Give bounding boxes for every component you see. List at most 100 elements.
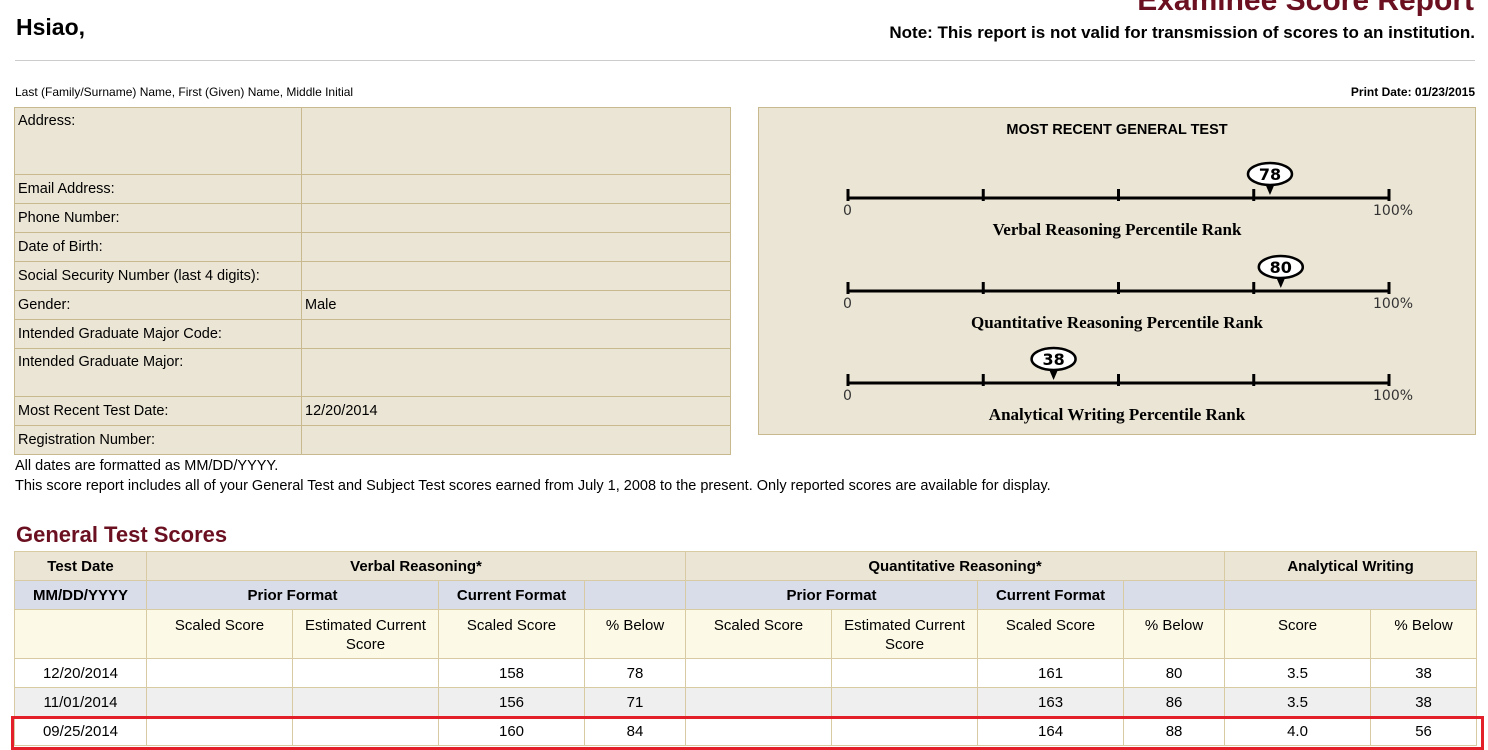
info-row-email: Email Address: [14,174,731,204]
verbal-pct-below-cell: 84 [583,716,687,746]
writing-pct-below-header: % Below [1370,609,1478,659]
info-row-registration: Registration Number: [14,425,731,455]
scale-min-label: 0 [843,203,852,219]
info-label: Phone Number: [14,203,302,233]
info-value [301,425,731,455]
general-test-scores-heading: General Test Scores [16,522,228,547]
test-date-cell: 12/20/2014 [14,658,147,688]
verbal-pct-below-cell: 71 [583,687,687,717]
quant-prior-scaled-cell [685,658,833,688]
info-value [301,319,731,349]
quant-prior-format-header: Prior Format [685,580,979,610]
examinee-info-table: Address: Email Address: Phone Number: Da… [14,107,731,455]
name-caption: Last (Family/Surname) Name, First (Given… [15,85,354,99]
percentile-chart-panel: MOST RECENT GENERAL TEST 0 100% Verbal Rea… [758,107,1476,435]
writing-score-cell: 3.5 [1224,658,1372,688]
scale-max-label: 100% [1373,203,1413,219]
test-date-cell: 11/01/2014 [14,687,147,717]
info-label: Social Security Number (last 4 digits): [14,261,302,291]
info-value [301,203,731,233]
verbal-prior-scaled-cell [146,716,293,746]
verbal-pct-below-cell: 78 [583,658,687,688]
info-row-ssn: Social Security Number (last 4 digits): [14,261,731,291]
quant-prior-estimated-cell [831,687,979,717]
writing-pct-below-cell: 56 [1370,716,1478,746]
test-date-header: Test Date [14,551,147,581]
verbal-scaled-cell: 158 [438,658,585,688]
info-label: Gender: [14,290,302,320]
verbal-current-format-header: Current Format [438,580,585,610]
percentile-chart: 0 100% Verbal Reasoning Percentile Rank 78 0… [843,161,1413,424]
info-row-phone: Phone Number: [14,203,731,233]
scale-series-label: Quantitative Reasoning Percentile Rank [971,313,1264,332]
verbal-prior-format-header: Prior Format [146,580,439,610]
info-row-address: Address: [14,107,731,175]
score-row: 12/20/2014 158 78 161 80 3.5 38 [14,658,1478,688]
scale-min-label: 0 [843,388,852,404]
writing-score-cell: 4.0 [1224,716,1372,746]
general-test-scores-table: Test Date Verbal Reasoning* Quantitative… [14,551,1478,746]
quant-prior-scaled-cell [685,716,833,746]
quant-current-format-header: Current Format [977,580,1125,610]
test-date-cell: 09/25/2014 [14,716,147,746]
date-format-note: All dates are formatted as MM/DD/YYYY. [15,458,279,474]
quant-prior-scaled-header: Scaled Score [685,609,833,659]
percentile-marker-value: 80 [1270,258,1292,277]
writing-blank-header [1224,580,1478,610]
writing-score-header: Score [1224,609,1372,659]
info-row-major: Intended Graduate Major: [14,348,731,397]
info-label: Most Recent Test Date: [14,396,302,426]
quant-prior-estimated-cell [831,716,979,746]
format-header-row: MM/DD/YYYY Prior Format Current Format P… [14,580,1478,610]
verbal-scaled-cell: 160 [438,716,585,746]
score-row-highlighted: 09/25/2014 160 84 164 88 4.0 56 [14,716,1478,746]
validity-note: Note: This report is not valid for trans… [889,23,1475,42]
report-title: Examinee Score Report [1137,0,1474,17]
quant-prior-scaled-cell [685,687,833,717]
quant-scaled-cell: 164 [977,716,1125,746]
score-coverage-note: This score report includes all of your G… [15,478,1051,494]
report-notes: All dates are formatted as MM/DD/YYYY. T… [15,456,1051,496]
info-row-test-date: Most Recent Test Date: 12/20/2014 [14,396,731,426]
verbal-prior-estimated-cell [292,687,439,717]
info-value [301,261,731,291]
info-value: Male [301,290,731,320]
date-blank-header [14,609,147,659]
quant-scaled-cell: 163 [977,687,1125,717]
verbal-prior-scaled-cell [146,687,293,717]
quant-prior-estimated-header: Estimated Current Score [831,609,979,659]
verbal-prior-scaled-header: Scaled Score [146,609,293,659]
verbal-prior-estimated-header: Estimated Current Score [292,609,439,659]
verbal-blank-header [583,580,687,610]
date-format-header: MM/DD/YYYY [14,580,147,610]
scale-min-label: 0 [843,296,852,312]
verbal-prior-scaled-cell [146,658,293,688]
info-row-gender: Gender: Male [14,290,731,320]
info-value [301,107,731,175]
info-label: Intended Graduate Major Code: [14,319,302,349]
percentile-marker-value: 38 [1042,350,1064,369]
quant-scaled-cell: 161 [977,658,1125,688]
info-label: Registration Number: [14,425,302,455]
quant-pct-below-cell: 88 [1123,716,1226,746]
scale-max-label: 100% [1373,388,1413,404]
quantitative-reasoning-header: Quantitative Reasoning* [685,551,1226,581]
info-row-dob: Date of Birth: [14,232,731,262]
examinee-name: Hsiao, [16,14,86,40]
info-value [301,348,731,397]
info-label: Date of Birth: [14,232,302,262]
info-label: Address: [14,107,302,175]
verbal-scaled-header: Scaled Score [438,609,585,659]
writing-pct-below-cell: 38 [1370,687,1478,717]
info-value [301,174,731,204]
scale-max-label: 100% [1373,296,1413,312]
quant-scaled-header: Scaled Score [977,609,1125,659]
scale-series-label: Analytical Writing Percentile Rank [989,405,1246,424]
column-header-row: Scaled Score Estimated Current Score Sca… [14,609,1478,659]
info-label: Intended Graduate Major: [14,348,302,397]
score-row: 11/01/2014 156 71 163 86 3.5 38 [14,687,1478,717]
info-row-major-code: Intended Graduate Major Code: [14,319,731,349]
quant-pct-below-header: % Below [1123,609,1226,659]
percentile-marker-value: 78 [1259,165,1281,184]
quant-blank-header [1123,580,1226,610]
